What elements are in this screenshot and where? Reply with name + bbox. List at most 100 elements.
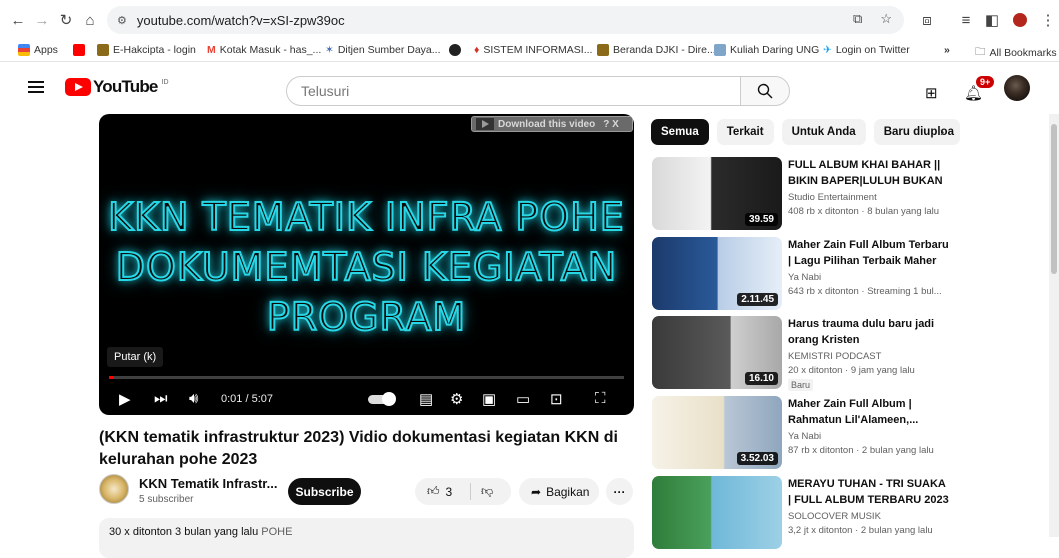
chip-terkait[interactable]: Terkait [716, 119, 774, 145]
install-icon[interactable]: ⧉ [853, 11, 862, 27]
apps-icon [18, 44, 30, 56]
address-bar[interactable]: ⚙ youtube.com/watch?v=xSI-zpw39oc ⧉ ☆ [107, 6, 904, 34]
recommendation-meta: 3,2 jt x ditonton · 2 bulan yang lalu [788, 525, 933, 536]
search-button[interactable] [740, 76, 790, 106]
hamburger-menu-icon[interactable] [28, 81, 44, 93]
recommendation-title[interactable]: Maher Zain Full Album Terbaru | Lagu Pil… [788, 237, 950, 269]
bookmark-sistem-informasi[interactable]: ♦ SISTEM INFORMASI... [474, 44, 592, 56]
fullscreen-icon[interactable]: ⛶ [595, 390, 606, 407]
bookmark-e-hakcipta[interactable]: E-Hakcipta - login [97, 44, 196, 56]
channel-avatar[interactable] [99, 474, 129, 504]
bookmark-twitter[interactable]: ✈ Login on Twitter [823, 44, 910, 56]
scrollbar-thumb[interactable] [1051, 124, 1057, 274]
recommendation-item[interactable]: 16.10 Harus trauma dulu baru jadi orang … [652, 316, 952, 391]
recommendation-item[interactable]: 3.52.03 Maher Zain Full Album | Rahmatun… [652, 396, 952, 470]
video-player[interactable]: KKN Tematik Infra Pohe Dokumemtasi Kegia… [99, 114, 634, 415]
progress-bar[interactable] [109, 376, 624, 379]
duration-badge: 3.52.03 [736, 452, 778, 465]
recommendation-channel[interactable]: KEMISTRI PODCAST [788, 351, 881, 362]
thumbs-up-icon: 👍︎ [427, 484, 440, 498]
extensions-icon[interactable]: ⧈ [916, 9, 938, 31]
channel-name[interactable]: KKN Tematik Infrastr... [139, 476, 277, 491]
recommendation-channel[interactable]: Studio Entertainment [788, 192, 877, 203]
recommendation-channel[interactable]: SOLOCOVER MUSIK [788, 511, 881, 522]
side-panel-icon[interactable]: ◧ [981, 9, 1003, 31]
home-icon[interactable]: ⌂ [79, 9, 101, 31]
description-tag[interactable]: POHE [261, 526, 292, 538]
page-scrollbar[interactable] [1049, 114, 1059, 537]
description-box[interactable]: 30 x ditonton 3 bulan yang lalu POHE [99, 518, 634, 558]
url-text[interactable]: youtube.com/watch?v=xSI-zpw39oc [137, 13, 345, 28]
menu-icon[interactable]: ⋮ [1037, 9, 1059, 31]
bookmark-apps[interactable]: Apps [18, 44, 58, 56]
profile-icon[interactable] [1009, 9, 1031, 31]
miniplayer-icon[interactable]: ▣ [482, 390, 496, 408]
chip-untuk-anda[interactable]: Untuk Anda [781, 119, 866, 145]
duration-badge: 16.10 [744, 372, 778, 385]
settings-gear-icon[interactable]: ⚙ [450, 390, 463, 408]
video-thumbnail[interactable]: 2.11.45 [652, 237, 782, 310]
share-button[interactable]: ➦ Bagikan [519, 478, 599, 505]
bookmark-star-icon[interactable]: ☆ [880, 11, 892, 27]
chip-baru-diupload[interactable]: Baru diuploa [873, 119, 960, 145]
recommendation-channel[interactable]: Ya Nabi [788, 272, 821, 283]
cast-icon[interactable]: ⊡ [550, 390, 563, 408]
back-icon[interactable]: ← [7, 9, 29, 31]
search-input[interactable] [287, 77, 740, 105]
create-video-icon[interactable]: ⊞ [925, 84, 938, 102]
chevron-right-icon[interactable]: › [940, 124, 944, 139]
player-controls: ▶ ⏭︎ 🔊︎ 0:01 / 5:07 ▤ ⚙ ▣ ▭ ⊡ ⛶ [99, 384, 634, 414]
subscriber-count: 5 subscriber [139, 494, 194, 505]
recommendation-item[interactable]: 39.59 FULL ALBUM KHAI BAHAR || BIKIN BAP… [652, 157, 952, 231]
bookmark-kuliah-daring[interactable]: Kuliah Daring UNG [714, 44, 819, 56]
account-avatar[interactable] [1004, 75, 1030, 101]
volume-icon[interactable]: 🔊︎ [189, 390, 198, 407]
video-thumbnail[interactable] [652, 476, 782, 549]
recommendation-title[interactable]: Maher Zain Full Album | Rahmatun Lil'Ala… [788, 396, 950, 428]
autoplay-toggle[interactable] [368, 392, 396, 406]
reload-icon[interactable]: ↻ [55, 9, 77, 31]
recommendation-channel[interactable]: Ya Nabi [788, 431, 821, 442]
sistem-favicon-icon: ♦ [474, 44, 480, 56]
video-title: (KKN tematik infrastruktur 2023) Vidio d… [99, 429, 618, 468]
recommendation-title[interactable]: Harus trauma dulu baru jadi orang Kriste… [788, 316, 950, 348]
recommendation-title[interactable]: MERAYU TUHAN - TRI SUAKA | FULL ALBUM TE… [788, 476, 950, 508]
video-thumbnail[interactable]: 3.52.03 [652, 396, 782, 469]
reading-list-icon[interactable]: ≡ [955, 9, 977, 31]
theater-mode-icon[interactable]: ▭ [516, 390, 530, 408]
video-thumbnail[interactable]: 39.59 [652, 157, 782, 230]
ung-favicon-icon [714, 44, 726, 56]
like-button[interactable]: 👍︎ 3 [415, 483, 471, 500]
download-video-button[interactable]: Download this video ? X [471, 116, 633, 132]
subscribe-button[interactable]: Subscribe [288, 478, 361, 505]
dislike-button[interactable]: 👎︎ [471, 484, 493, 499]
share-icon: ➦ [531, 484, 542, 499]
forward-icon[interactable]: → [31, 9, 53, 31]
recommendation-meta: 643 rb x ditonton · Streaming 1 bul... [788, 286, 942, 297]
bookmark-beranda-djki[interactable]: Beranda DJKI - Dire... [597, 44, 716, 56]
site-info-icon[interactable]: ⚙ [117, 14, 127, 27]
download-play-icon [476, 118, 494, 130]
more-actions-button[interactable]: ··· [606, 478, 633, 505]
recommendation-item[interactable]: 2.11.45 Maher Zain Full Album Terbaru | … [652, 237, 952, 311]
github-icon [449, 44, 461, 56]
new-badge: Baru [788, 379, 814, 391]
youtube-logo[interactable]: YouTube ID [65, 77, 169, 97]
recommendation-meta: 87 rb x ditonton · 2 bulan yang lalu [788, 445, 934, 456]
chip-semua[interactable]: Semua [651, 119, 709, 145]
recommendation-title[interactable]: FULL ALBUM KHAI BAHAR || BIKIN BAPER|LUL… [788, 157, 950, 189]
recommendation-item[interactable]: MERAYU TUHAN - TRI SUAKA | FULL ALBUM TE… [652, 476, 952, 550]
description-meta: 30 x ditonton 3 bulan yang lalu [109, 526, 259, 538]
next-icon[interactable]: ⏭︎ [154, 390, 168, 407]
bookmark-ditjen[interactable]: ✶ Ditjen Sumber Daya... [325, 44, 441, 56]
bookmark-gmail[interactable]: M Kotak Masuk - has_... [207, 44, 321, 56]
bookmarks-overflow[interactable]: » [944, 44, 950, 56]
duration-badge: 39.59 [744, 213, 778, 226]
bookmark-github[interactable] [449, 44, 461, 56]
subtitles-icon[interactable]: ▤ [419, 390, 433, 408]
bookmark-youtube[interactable] [73, 44, 85, 56]
thumbs-down-icon: 👎︎ [481, 484, 494, 498]
video-thumbnail[interactable]: 16.10 [652, 316, 782, 389]
bookmark-all[interactable]: 🗀 All Bookmarks [975, 44, 1057, 62]
play-icon[interactable]: ▶ [119, 390, 131, 408]
